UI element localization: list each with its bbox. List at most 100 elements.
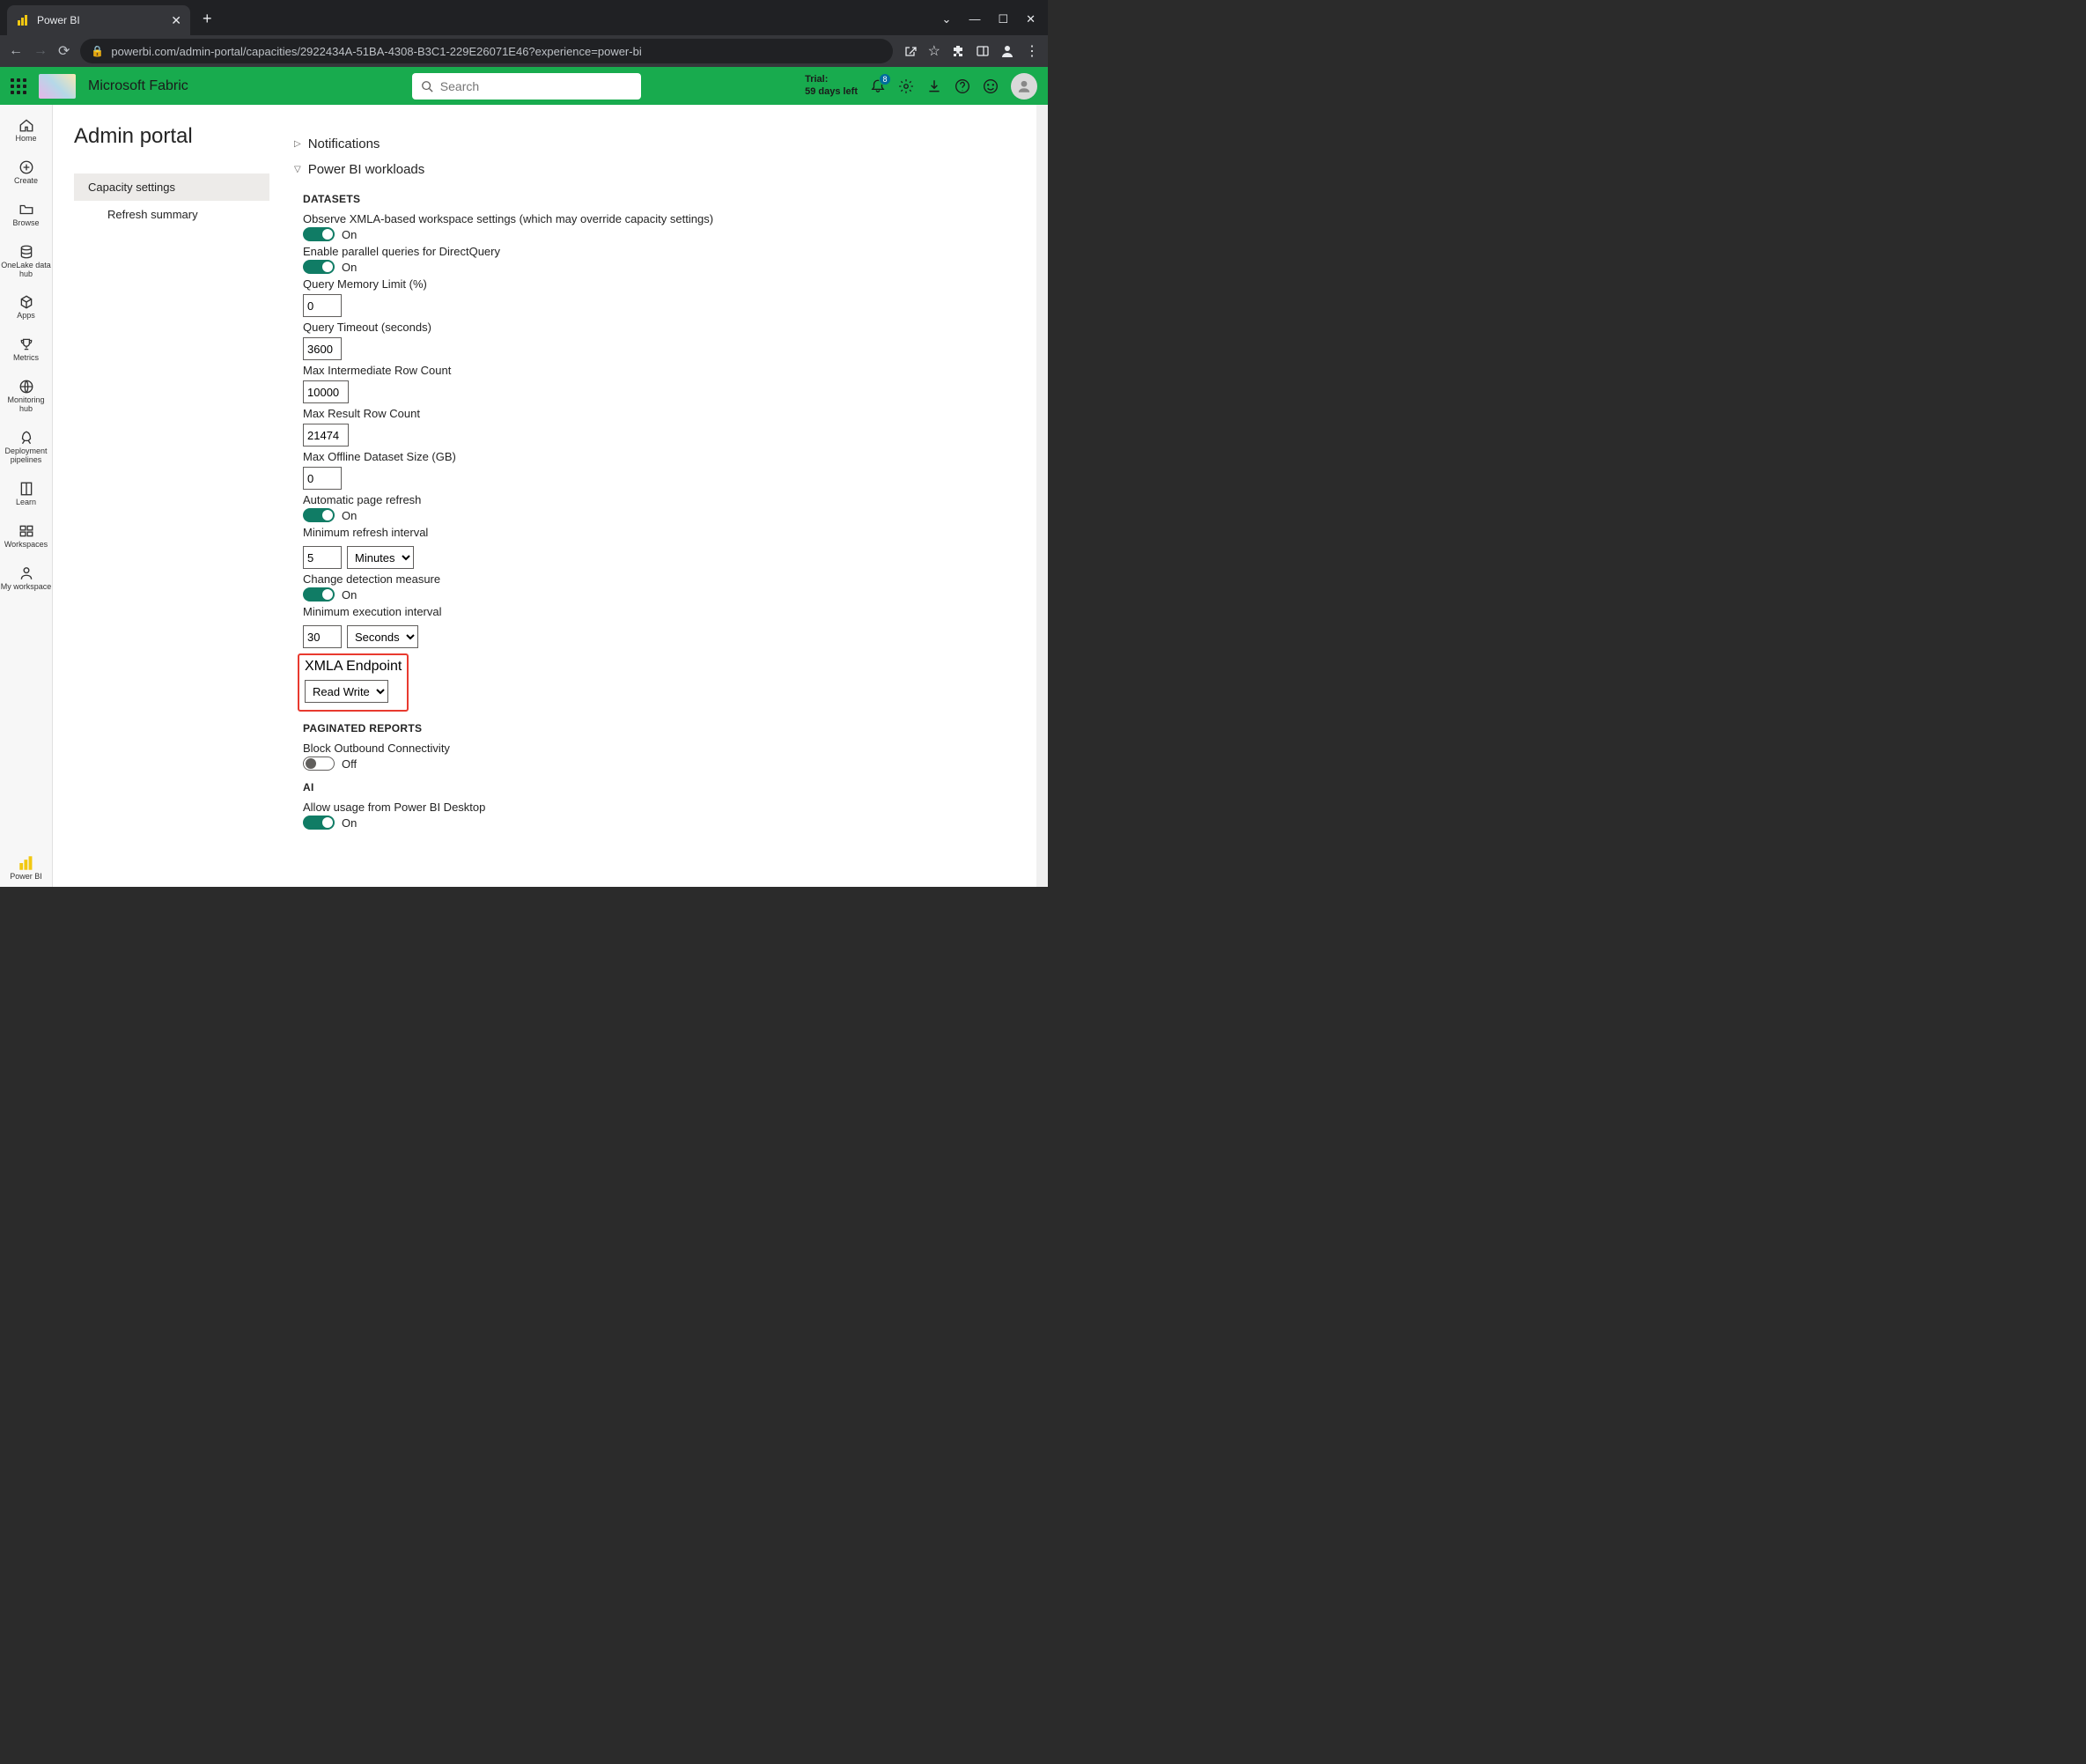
powerbi-favicon xyxy=(16,13,30,27)
toggle-parallel-dq[interactable] xyxy=(303,260,335,274)
toggle-allowdesktop[interactable] xyxy=(303,816,335,830)
sidepanel-icon[interactable] xyxy=(976,44,990,58)
input-maxirow[interactable] xyxy=(303,380,349,403)
close-window-icon[interactable]: ✕ xyxy=(1026,12,1036,26)
label-observe-xmla: Observe XMLA-based workspace settings (w… xyxy=(303,212,1036,225)
accordion-workloads[interactable]: ▽Power BI workloads xyxy=(294,157,1036,182)
nav-monitoring[interactable]: Monitoring hub xyxy=(1,373,52,419)
person-icon xyxy=(18,565,34,581)
label-allowdesktop: Allow usage from Power BI Desktop xyxy=(303,801,1036,814)
settings-icon[interactable] xyxy=(898,78,914,94)
search-input[interactable] xyxy=(440,79,632,93)
back-button[interactable]: ← xyxy=(9,43,23,59)
input-maxoffline[interactable] xyxy=(303,467,342,490)
book-icon xyxy=(18,481,34,497)
label-qmem: Query Memory Limit (%) xyxy=(303,277,1036,291)
browser-menu-icon[interactable]: ⋮ xyxy=(1025,42,1039,60)
nav-create[interactable]: Create xyxy=(1,154,52,191)
nav-workspaces[interactable]: Workspaces xyxy=(1,518,52,555)
settings-panel: ▷Notifications ▽Power BI workloads DATAS… xyxy=(269,105,1036,887)
fabric-logo xyxy=(39,74,76,99)
monitoring-icon xyxy=(18,379,34,395)
browser-tab[interactable]: Power BI ✕ xyxy=(7,5,190,35)
input-qmem[interactable] xyxy=(303,294,342,317)
search-icon xyxy=(421,80,433,92)
select-minref-unit[interactable]: Minutes xyxy=(347,546,414,569)
nav-home[interactable]: Home xyxy=(1,112,52,149)
tab-dropdown-icon[interactable]: ⌄ xyxy=(942,12,952,26)
download-icon[interactable] xyxy=(926,78,942,94)
accordion-notifications[interactable]: ▷Notifications xyxy=(294,131,1036,157)
nav-onelake[interactable]: OneLake data hub xyxy=(1,239,52,284)
datahub-icon xyxy=(18,244,34,260)
feedback-icon[interactable] xyxy=(983,78,999,94)
tab-title: Power BI xyxy=(37,14,164,26)
label-chdet: Change detection measure xyxy=(303,572,1036,586)
label-blockout: Block Outbound Connectivity xyxy=(303,742,1036,755)
help-icon[interactable] xyxy=(955,78,970,94)
input-minexec[interactable] xyxy=(303,625,342,648)
minimize-icon[interactable]: — xyxy=(969,12,980,26)
toggle-chdet[interactable] xyxy=(303,587,335,602)
nav-powerbi[interactable]: Power BI xyxy=(1,850,52,887)
toggle-apr[interactable] xyxy=(303,508,335,522)
apps-icon xyxy=(18,294,34,310)
nav-my-workspace[interactable]: My workspace xyxy=(1,560,52,597)
scrollbar[interactable] xyxy=(1036,105,1048,887)
fabric-brand: Microsoft Fabric xyxy=(88,78,188,94)
plus-circle-icon xyxy=(18,159,34,175)
section-paginated: PAGINATED REPORTS xyxy=(303,722,1036,734)
forward-button[interactable]: → xyxy=(33,43,48,59)
select-xmla[interactable]: Read Write xyxy=(305,680,388,703)
toggle-blockout[interactable] xyxy=(303,757,335,771)
section-datasets: DATASETS xyxy=(303,193,1036,205)
caret-down-icon: ▽ xyxy=(294,165,301,174)
label-minref: Minimum refresh interval xyxy=(303,526,1036,539)
label-xmla: XMLA Endpoint xyxy=(305,659,402,675)
notifications-button[interactable]: 8 xyxy=(870,78,886,94)
rocket-icon xyxy=(18,430,34,446)
toggle-observe-xmla[interactable] xyxy=(303,227,335,241)
trial-status: Trial: 59 days left xyxy=(805,74,858,97)
sidebar-item-refresh[interactable]: Refresh summary xyxy=(74,201,269,228)
highlight-xmla-endpoint: XMLA Endpoint Read Write xyxy=(298,653,409,712)
admin-sidebar: Admin portal Capacity settings Refresh s… xyxy=(53,105,269,887)
close-tab-icon[interactable]: ✕ xyxy=(171,13,181,28)
nav-learn[interactable]: Learn xyxy=(1,476,52,513)
label-parallel-dq: Enable parallel queries for DirectQuery xyxy=(303,245,1036,258)
reload-button[interactable]: ⟳ xyxy=(58,42,70,60)
nav-apps[interactable]: Apps xyxy=(1,289,52,326)
app-launcher-icon[interactable] xyxy=(11,78,26,94)
new-tab-button[interactable]: + xyxy=(203,10,212,28)
select-minexec-unit[interactable]: Seconds xyxy=(347,625,418,648)
global-search[interactable] xyxy=(412,73,641,100)
bookmark-icon[interactable]: ☆ xyxy=(928,42,940,60)
powerbi-icon xyxy=(18,855,34,871)
profile-icon[interactable] xyxy=(1000,44,1014,58)
nav-deployment[interactable]: Deployment pipelines xyxy=(1,424,52,470)
caret-right-icon: ▷ xyxy=(294,139,301,149)
account-avatar[interactable] xyxy=(1011,73,1037,100)
input-maxrrow[interactable] xyxy=(303,424,349,447)
label-maxirow: Max Intermediate Row Count xyxy=(303,364,1036,377)
label-maxoffline: Max Offline Dataset Size (GB) xyxy=(303,450,1036,463)
trial-days: 59 days left xyxy=(805,86,858,98)
fabric-header: Microsoft Fabric Trial: 59 days left 8 xyxy=(0,67,1048,105)
trial-label: Trial: xyxy=(805,74,858,85)
folder-icon xyxy=(18,202,34,218)
workspaces-icon xyxy=(18,523,34,539)
window-buttons: ⌄ — ☐ ✕ xyxy=(942,12,1048,35)
input-qtimeout[interactable] xyxy=(303,337,342,360)
maximize-icon[interactable]: ☐ xyxy=(998,12,1008,26)
label-minexec: Minimum execution interval xyxy=(303,605,1036,618)
nav-browse[interactable]: Browse xyxy=(1,196,52,233)
address-bar-row: ← → ⟳ 🔒 powerbi.com/admin-portal/capacit… xyxy=(0,35,1048,67)
sidebar-item-capacity[interactable]: Capacity settings xyxy=(74,173,269,201)
share-icon[interactable] xyxy=(903,44,918,58)
section-ai: AI xyxy=(303,781,1036,793)
page-title: Admin portal xyxy=(74,124,269,149)
nav-metrics[interactable]: Metrics xyxy=(1,331,52,368)
extensions-icon[interactable] xyxy=(951,44,965,58)
input-minref[interactable] xyxy=(303,546,342,569)
url-bar[interactable]: 🔒 powerbi.com/admin-portal/capacities/29… xyxy=(80,39,892,63)
